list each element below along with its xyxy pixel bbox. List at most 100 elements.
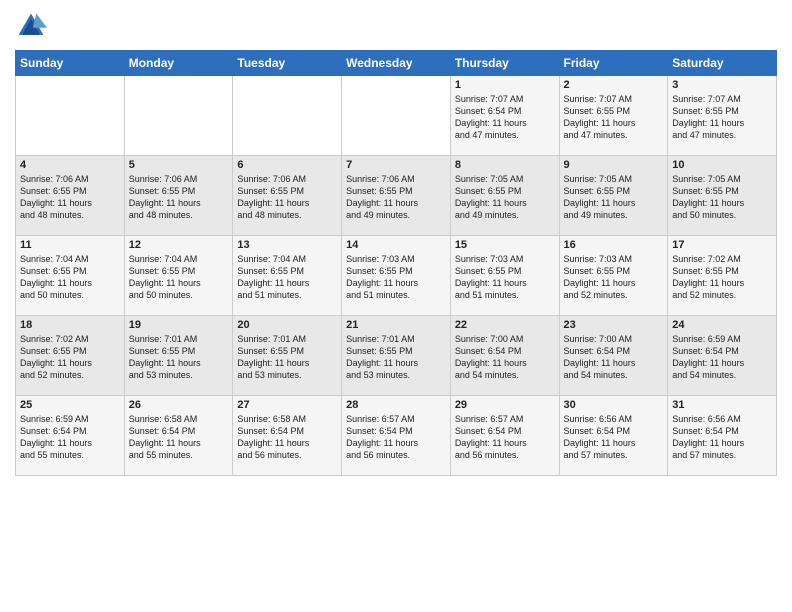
day-number: 9 <box>564 159 664 171</box>
day-info: Sunrise: 7:01 AM Sunset: 6:55 PM Dayligh… <box>129 333 229 382</box>
day-number: 27 <box>237 399 337 411</box>
day-info: Sunrise: 6:56 AM Sunset: 6:54 PM Dayligh… <box>564 413 664 462</box>
day-number: 16 <box>564 239 664 251</box>
day-cell: 10 Sunrise: 7:05 AM Sunset: 6:55 PM Dayli… <box>668 156 777 236</box>
day-number: 4 <box>20 159 120 171</box>
day-info: Sunrise: 7:06 AM Sunset: 6:55 PM Dayligh… <box>20 173 120 222</box>
day-number: 3 <box>672 79 772 91</box>
day-info: Sunrise: 6:57 AM Sunset: 6:54 PM Dayligh… <box>455 413 555 462</box>
day-cell: 18Sunrise: 7:02 AM Sunset: 6:55 PM Dayli… <box>16 316 125 396</box>
calendar-table: SundayMondayTuesdayWednesdayThursdayFrid… <box>15 50 777 476</box>
day-number: 21 <box>346 319 446 331</box>
day-cell: 1 Sunrise: 7:07 AM Sunset: 6:54 PM Daylig… <box>450 76 559 156</box>
day-info: Sunrise: 6:58 AM Sunset: 6:54 PM Dayligh… <box>129 413 229 462</box>
day-number: 15 <box>455 239 555 251</box>
header <box>15 10 777 42</box>
day-info: Sunrise: 7:05 AM Sunset: 6:55 PM Dayligh… <box>564 173 664 222</box>
week-row-4: 18Sunrise: 7:02 AM Sunset: 6:55 PM Dayli… <box>16 316 777 396</box>
day-cell: 6 Sunrise: 7:06 AM Sunset: 6:55 PM Daylig… <box>233 156 342 236</box>
day-cell: 29 Sunrise: 6:57 AM Sunset: 6:54 PM Dayli… <box>450 396 559 476</box>
day-info: Sunrise: 6:56 AM Sunset: 6:54 PM Dayligh… <box>672 413 772 462</box>
day-info: Sunrise: 7:03 AM Sunset: 6:55 PM Dayligh… <box>455 253 555 302</box>
header-cell-friday: Friday <box>559 51 668 76</box>
day-cell: 3 Sunrise: 7:07 AM Sunset: 6:55 PM Daylig… <box>668 76 777 156</box>
day-cell: 31Sunrise: 6:56 AM Sunset: 6:54 PM Dayli… <box>668 396 777 476</box>
day-info: Sunrise: 7:00 AM Sunset: 6:54 PM Dayligh… <box>455 333 555 382</box>
day-info: Sunrise: 7:07 AM Sunset: 6:55 PM Dayligh… <box>672 93 772 142</box>
day-info: Sunrise: 7:07 AM Sunset: 6:55 PM Dayligh… <box>564 93 664 142</box>
day-number: 17 <box>672 239 772 251</box>
logo <box>15 10 51 42</box>
day-cell: 5 Sunrise: 7:06 AM Sunset: 6:55 PM Daylig… <box>124 156 233 236</box>
day-number: 22 <box>455 319 555 331</box>
day-info: Sunrise: 7:05 AM Sunset: 6:55 PM Dayligh… <box>672 173 772 222</box>
day-cell: 24Sunrise: 6:59 AM Sunset: 6:54 PM Dayli… <box>668 316 777 396</box>
day-cell: 11 Sunrise: 7:04 AM Sunset: 6:55 PM Dayli… <box>16 236 125 316</box>
day-info: Sunrise: 7:06 AM Sunset: 6:55 PM Dayligh… <box>129 173 229 222</box>
day-number: 29 <box>455 399 555 411</box>
header-cell-saturday: Saturday <box>668 51 777 76</box>
day-number: 8 <box>455 159 555 171</box>
day-info: Sunrise: 7:05 AM Sunset: 6:55 PM Dayligh… <box>455 173 555 222</box>
day-cell: 15 Sunrise: 7:03 AM Sunset: 6:55 PM Dayli… <box>450 236 559 316</box>
day-cell <box>342 76 451 156</box>
logo-icon <box>15 10 47 42</box>
day-number: 5 <box>129 159 229 171</box>
day-info: Sunrise: 6:59 AM Sunset: 6:54 PM Dayligh… <box>20 413 120 462</box>
day-cell <box>16 76 125 156</box>
day-cell: 9 Sunrise: 7:05 AM Sunset: 6:55 PM Daylig… <box>559 156 668 236</box>
day-cell: 26 Sunrise: 6:58 AM Sunset: 6:54 PM Dayli… <box>124 396 233 476</box>
day-number: 24 <box>672 319 772 331</box>
day-info: Sunrise: 6:58 AM Sunset: 6:54 PM Dayligh… <box>237 413 337 462</box>
week-row-3: 11 Sunrise: 7:04 AM Sunset: 6:55 PM Dayli… <box>16 236 777 316</box>
day-number: 2 <box>564 79 664 91</box>
week-row-5: 25 Sunrise: 6:59 AM Sunset: 6:54 PM Dayli… <box>16 396 777 476</box>
day-info: Sunrise: 7:03 AM Sunset: 6:55 PM Dayligh… <box>346 253 446 302</box>
day-cell: 7 Sunrise: 7:06 AM Sunset: 6:55 PM Daylig… <box>342 156 451 236</box>
day-cell <box>233 76 342 156</box>
day-info: Sunrise: 7:04 AM Sunset: 6:55 PM Dayligh… <box>129 253 229 302</box>
day-number: 10 <box>672 159 772 171</box>
week-row-2: 4 Sunrise: 7:06 AM Sunset: 6:55 PM Daylig… <box>16 156 777 236</box>
day-info: Sunrise: 7:02 AM Sunset: 6:55 PM Dayligh… <box>672 253 772 302</box>
day-info: Sunrise: 6:57 AM Sunset: 6:54 PM Dayligh… <box>346 413 446 462</box>
day-cell: 21 Sunrise: 7:01 AM Sunset: 6:55 PM Dayli… <box>342 316 451 396</box>
day-cell: 20Sunrise: 7:01 AM Sunset: 6:55 PM Dayli… <box>233 316 342 396</box>
day-cell: 27 Sunrise: 6:58 AM Sunset: 6:54 PM Dayli… <box>233 396 342 476</box>
day-cell: 30 Sunrise: 6:56 AM Sunset: 6:54 PM Dayli… <box>559 396 668 476</box>
day-number: 12 <box>129 239 229 251</box>
day-cell: 4 Sunrise: 7:06 AM Sunset: 6:55 PM Daylig… <box>16 156 125 236</box>
day-cell: 25 Sunrise: 6:59 AM Sunset: 6:54 PM Dayli… <box>16 396 125 476</box>
day-number: 23 <box>564 319 664 331</box>
day-cell: 8 Sunrise: 7:05 AM Sunset: 6:55 PM Daylig… <box>450 156 559 236</box>
day-number: 28 <box>346 399 446 411</box>
day-info: Sunrise: 7:02 AM Sunset: 6:55 PM Dayligh… <box>20 333 120 382</box>
day-info: Sunrise: 7:01 AM Sunset: 6:55 PM Dayligh… <box>237 333 337 382</box>
day-number: 7 <box>346 159 446 171</box>
day-info: Sunrise: 7:01 AM Sunset: 6:55 PM Dayligh… <box>346 333 446 382</box>
day-cell: 16Sunrise: 7:03 AM Sunset: 6:55 PM Dayli… <box>559 236 668 316</box>
day-number: 6 <box>237 159 337 171</box>
day-cell: 14Sunrise: 7:03 AM Sunset: 6:55 PM Dayli… <box>342 236 451 316</box>
day-number: 30 <box>564 399 664 411</box>
day-number: 1 <box>455 79 555 91</box>
day-cell: 19Sunrise: 7:01 AM Sunset: 6:55 PM Dayli… <box>124 316 233 396</box>
day-info: Sunrise: 7:06 AM Sunset: 6:55 PM Dayligh… <box>346 173 446 222</box>
day-number: 11 <box>20 239 120 251</box>
header-cell-thursday: Thursday <box>450 51 559 76</box>
day-info: Sunrise: 7:04 AM Sunset: 6:55 PM Dayligh… <box>237 253 337 302</box>
day-info: Sunrise: 7:04 AM Sunset: 6:55 PM Dayligh… <box>20 253 120 302</box>
page: SundayMondayTuesdayWednesdayThursdayFrid… <box>0 0 792 612</box>
header-cell-wednesday: Wednesday <box>342 51 451 76</box>
day-cell <box>124 76 233 156</box>
day-number: 13 <box>237 239 337 251</box>
header-cell-monday: Monday <box>124 51 233 76</box>
day-number: 25 <box>20 399 120 411</box>
day-info: Sunrise: 7:07 AM Sunset: 6:54 PM Dayligh… <box>455 93 555 142</box>
day-cell: 22 Sunrise: 7:00 AM Sunset: 6:54 PM Dayli… <box>450 316 559 396</box>
day-cell: 17 Sunrise: 7:02 AM Sunset: 6:55 PM Dayli… <box>668 236 777 316</box>
header-row: SundayMondayTuesdayWednesdayThursdayFrid… <box>16 51 777 76</box>
day-info: Sunrise: 7:00 AM Sunset: 6:54 PM Dayligh… <box>564 333 664 382</box>
day-number: 26 <box>129 399 229 411</box>
day-info: Sunrise: 7:06 AM Sunset: 6:55 PM Dayligh… <box>237 173 337 222</box>
